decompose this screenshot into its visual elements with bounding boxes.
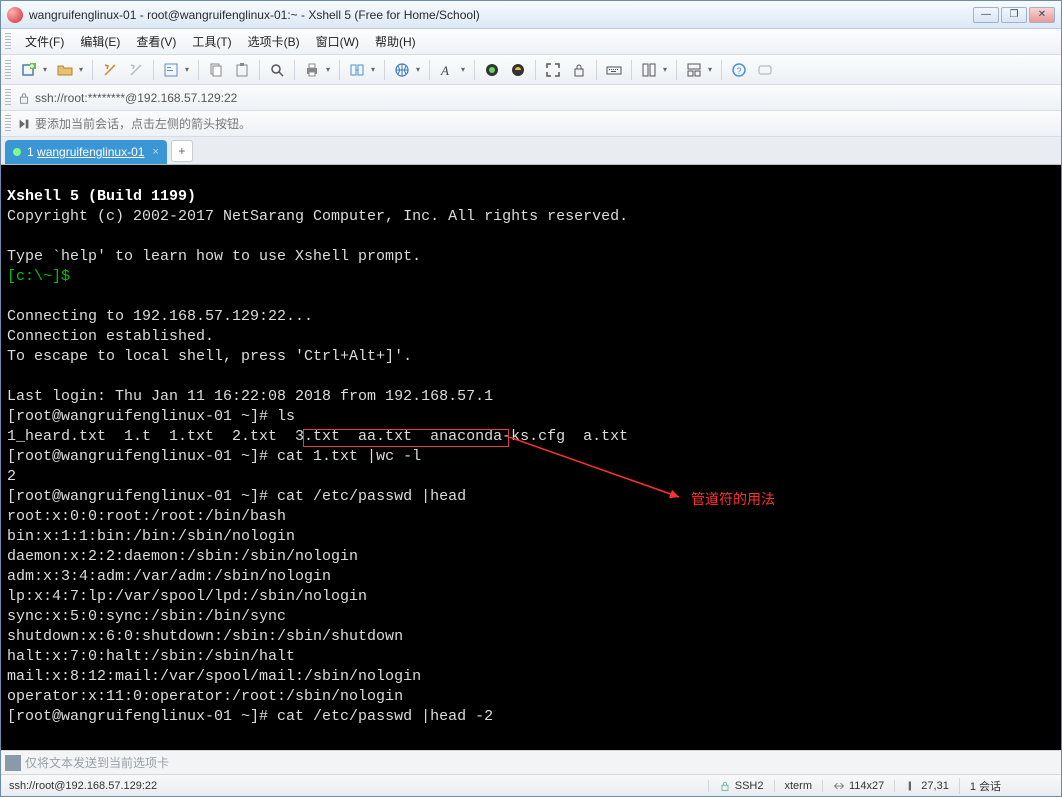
menu-help[interactable]: 帮助(H) xyxy=(367,30,424,53)
status-address: ssh://root@192.168.57.129:22 xyxy=(9,780,708,792)
status-cursor-pos: 27,31 xyxy=(894,780,959,792)
maximize-button[interactable]: ❐ xyxy=(1001,7,1027,23)
terminal-line: operator:x:11:0:operator:/root:/sbin/nol… xyxy=(7,688,403,705)
app-icon xyxy=(7,7,23,23)
terminal-line: halt:x:7:0:halt:/sbin:/sbin/halt xyxy=(7,648,295,665)
grip-icon xyxy=(5,33,11,51)
lock-button[interactable] xyxy=(567,58,591,82)
globe-button[interactable] xyxy=(390,58,414,82)
help-button[interactable]: ? xyxy=(727,58,751,82)
keyboard-button[interactable] xyxy=(602,58,626,82)
menu-tools[interactable]: 工具(T) xyxy=(184,30,239,53)
terminal-line: adm:x:3:4:adm:/var/adm:/sbin/nologin xyxy=(7,568,331,585)
annotation-arrow-icon xyxy=(509,437,689,507)
terminal-line: To escape to local shell, press 'Ctrl+Al… xyxy=(7,348,412,365)
add-session-arrow-icon[interactable] xyxy=(17,117,31,131)
terminal-line: bin:x:1:1:bin:/bin:/sbin/nologin xyxy=(7,528,295,545)
terminal-line: Connection established. xyxy=(7,328,214,345)
layout-button[interactable] xyxy=(682,58,706,82)
remote-prompt: [root@wangruifenglinux-01 ~]# xyxy=(7,708,277,725)
fullscreen-button[interactable] xyxy=(541,58,565,82)
input-hint: 仅将文本发送到当前选项卡 xyxy=(25,754,169,771)
menu-window[interactable]: 窗口(W) xyxy=(308,30,367,53)
remote-prompt: [root@wangruifenglinux-01 ~]# xyxy=(7,408,277,425)
status-protocol: SSH2 xyxy=(708,780,774,792)
command: ls xyxy=(277,408,295,425)
print-button[interactable] xyxy=(300,58,324,82)
transfer-button[interactable] xyxy=(345,58,369,82)
cursor-icon xyxy=(905,780,917,792)
info-bar: 要添加当前会话，点击左侧的箭头按钮。 xyxy=(1,111,1061,137)
address-bar: ssh://root:********@192.168.57.129:22 xyxy=(1,85,1061,111)
toolbar: ▾ ▾ ▾ ▾ ▾ ▾ A▾ ▾ ▾ ? xyxy=(1,55,1061,85)
terminal-line: lp:x:4:7:lp:/var/spool/lpd:/sbin/nologin xyxy=(7,588,367,605)
status-sessions: 1 会话 xyxy=(959,778,1011,794)
menu-edit[interactable]: 编辑(E) xyxy=(72,30,128,53)
minimize-button[interactable]: — xyxy=(973,7,999,23)
terminal-line: Copyright (c) 2002-2017 NetSarang Comput… xyxy=(7,208,628,225)
terminal[interactable]: Xshell 5 (Build 1199) Copyright (c) 2002… xyxy=(1,165,1061,750)
window-title: wangruifenglinux-01 - root@wangruifengli… xyxy=(29,8,973,22)
session-tab[interactable]: 1 wangruifenglinux-01 × xyxy=(5,140,167,164)
command: cat /etc/passwd |head -2 xyxy=(277,708,493,725)
disconnect-button[interactable] xyxy=(124,58,148,82)
terminal-line: Xshell 5 (Build 1199) xyxy=(7,188,196,205)
terminal-line: 2 xyxy=(7,468,16,485)
copy-button[interactable] xyxy=(204,58,228,82)
terminal-line: daemon:x:2:2:daemon:/sbin:/sbin/nologin xyxy=(7,548,358,565)
titlebar: wangruifenglinux-01 - root@wangruifengli… xyxy=(1,1,1061,29)
address-url[interactable]: ssh://root:********@192.168.57.129:22 xyxy=(35,91,1057,105)
terminal-line: root:x:0:0:root:/root:/bin/bash xyxy=(7,508,286,525)
terminal-line: shutdown:x:6:0:shutdown:/sbin:/sbin/shut… xyxy=(7,628,403,645)
font-button[interactable]: A xyxy=(435,58,459,82)
paste-button[interactable] xyxy=(230,58,254,82)
tab-label: wangruifenglinux-01 xyxy=(37,145,144,159)
menubar: 文件(F) 编辑(E) 查看(V) 工具(T) 选项卡(B) 窗口(W) 帮助(… xyxy=(1,29,1061,55)
new-session-button[interactable] xyxy=(17,58,41,82)
tab-add-button[interactable]: + xyxy=(171,140,193,162)
menu-tabs[interactable]: 选项卡(B) xyxy=(240,30,308,53)
terminal-line: sync:x:5:0:sync:/sbin:/bin/sync xyxy=(7,608,286,625)
about-button[interactable] xyxy=(753,58,777,82)
highlight-button[interactable] xyxy=(506,58,530,82)
status-bar: ssh://root@192.168.57.129:22 SSH2 xterm … xyxy=(1,774,1061,796)
send-scope-icon[interactable] xyxy=(5,755,21,771)
status-terminal-type: xterm xyxy=(774,780,823,792)
command: cat /etc/passwd |head xyxy=(277,488,466,505)
color-scheme-button[interactable] xyxy=(480,58,504,82)
command: cat 1.txt |wc -l xyxy=(277,448,421,465)
connection-status-icon xyxy=(13,148,21,156)
tile-button[interactable] xyxy=(637,58,661,82)
properties-button[interactable] xyxy=(159,58,183,82)
size-icon xyxy=(833,780,845,792)
terminal-line: mail:x:8:12:mail:/var/spool/mail:/sbin/n… xyxy=(7,668,421,685)
grip-icon xyxy=(5,60,11,80)
local-prompt: [c:\~]$ xyxy=(7,268,70,285)
svg-text:?: ? xyxy=(737,66,742,76)
open-button[interactable] xyxy=(53,58,77,82)
lock-icon xyxy=(719,780,731,792)
grip-icon xyxy=(5,115,11,133)
find-button[interactable] xyxy=(265,58,289,82)
terminal-line: Type `help' to learn how to use Xshell p… xyxy=(7,248,421,265)
tab-close-icon[interactable]: × xyxy=(152,146,158,158)
input-bar[interactable]: 仅将文本发送到当前选项卡 xyxy=(1,750,1061,774)
lock-icon xyxy=(17,91,31,105)
terminal-line: Last login: Thu Jan 11 16:22:08 2018 fro… xyxy=(7,388,493,405)
tab-index: 1 xyxy=(27,145,34,159)
terminal-line: Connecting to 192.168.57.129:22... xyxy=(7,308,313,325)
reconnect-button[interactable] xyxy=(98,58,122,82)
menu-file[interactable]: 文件(F) xyxy=(17,30,72,53)
close-button[interactable]: ✕ xyxy=(1029,7,1055,23)
annotation-text: 管道符的用法 xyxy=(691,489,775,509)
menu-view[interactable]: 查看(V) xyxy=(128,30,184,53)
status-size: 114x27 xyxy=(822,780,894,792)
grip-icon xyxy=(5,89,11,107)
remote-prompt: [root@wangruifenglinux-01 ~]# xyxy=(7,448,277,465)
svg-text:A: A xyxy=(440,63,449,78)
terminal-line: 1_heard.txt 1.t 1.txt 2.txt 3.txt aa.txt… xyxy=(7,428,628,445)
info-hint: 要添加当前会话，点击左侧的箭头按钮。 xyxy=(35,115,251,132)
remote-prompt: [root@wangruifenglinux-01 ~]# xyxy=(7,488,277,505)
tab-strip: 1 wangruifenglinux-01 × + xyxy=(1,137,1061,165)
